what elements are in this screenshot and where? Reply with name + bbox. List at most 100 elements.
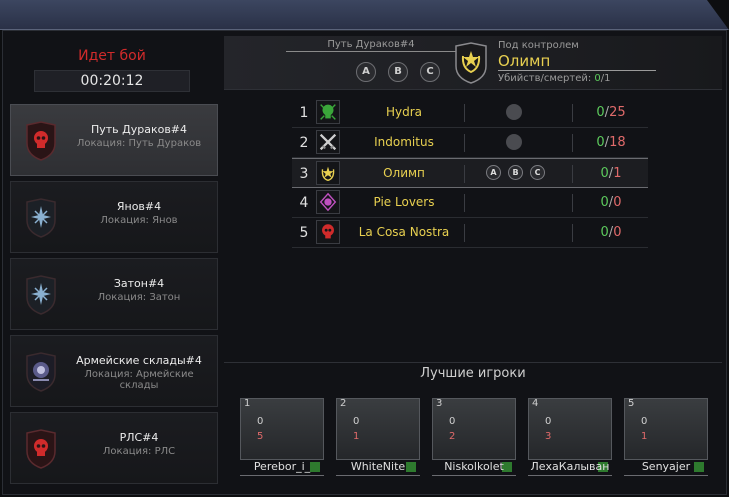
crossed-swords-icon (316, 130, 340, 154)
player-name: ЛехаКалыван (528, 460, 612, 476)
location-item-rls[interactable]: РЛС#4 Локация: РЛС (10, 412, 218, 484)
column-divider (572, 104, 573, 122)
rank: 1 (299, 105, 309, 121)
column-divider (572, 134, 573, 152)
player-kills: 0 (353, 416, 360, 427)
top-bar (0, 0, 729, 30)
battle-status: Идет бой (78, 48, 146, 64)
location-sub: Локация: Армейские склады (84, 369, 194, 391)
clan-score: 0/18 (578, 135, 644, 150)
gold-emblem-icon (455, 42, 487, 84)
route-name: Путь Дураков#4 (327, 39, 415, 50)
clan-score: 0/0 (578, 195, 644, 210)
location-sub: Локация: Янов (100, 215, 178, 226)
rank: 4 (299, 195, 309, 211)
location-item-army-warehouses[interactable]: Армейские склады#4 Локация: Армейские ск… (10, 335, 218, 407)
player-name: Niskolkolet (432, 460, 516, 476)
column-divider (464, 194, 465, 212)
clan-score: 0/1 (578, 166, 644, 181)
player-deaths: 1 (641, 431, 648, 442)
red-skull-icon (26, 429, 56, 469)
player-kills: 0 (449, 416, 456, 427)
capture-point-b: B (508, 165, 523, 180)
location-name: Путь Дураков#4 (90, 123, 188, 136)
kd-label: Убийств/смертей: (498, 73, 592, 84)
location-item-yanov[interactable]: Янов#4 Локация: Янов (10, 181, 218, 253)
location-item-put-durakov[interactable]: Путь Дураков#4 Локация: Путь Дураков (10, 104, 218, 176)
table-row[interactable]: 2 Indomitus 0/18 (292, 128, 648, 158)
player-avatar (624, 398, 708, 460)
player-rank: 5 (628, 398, 635, 409)
table-row[interactable]: 1 Hydra 0/25 (292, 98, 648, 128)
clan-deaths: 18 (609, 135, 626, 150)
location-item-zaton[interactable]: Затон#4 Локация: Затон (10, 258, 218, 330)
control-label: Под контролем (498, 40, 579, 51)
player-deaths: 2 (449, 431, 456, 442)
battle-timer: 00:20:12 (34, 70, 190, 92)
player-avatar (336, 398, 420, 460)
clan-kills: 0 (600, 225, 609, 240)
control-clan-name: Олимп (498, 52, 551, 70)
column-divider (464, 104, 465, 122)
clan-score: 0/0 (578, 225, 644, 240)
player-deaths: 5 (257, 431, 264, 442)
clan-kills: 0 (600, 166, 609, 181)
flag-icon (506, 104, 522, 120)
best-players-divider (224, 362, 722, 363)
rank: 2 (299, 135, 309, 151)
column-divider (464, 224, 465, 242)
table-row[interactable]: 3 Олимп A B C 0/1 (292, 158, 648, 188)
player-avatar (528, 398, 612, 460)
location-name: Армейские склады#4 (76, 354, 202, 367)
control-divider (498, 70, 656, 71)
player-rank: 3 (436, 398, 443, 409)
location-sub: Локация: Затон (97, 292, 181, 303)
gold-emblem-icon (316, 161, 340, 185)
best-player-card[interactable]: 2 0 1 WhiteNite (336, 398, 420, 476)
capture-point-b: B (388, 62, 408, 82)
blue-star-icon (26, 275, 56, 315)
rank: 3 (299, 166, 309, 182)
player-rank: 4 (532, 398, 539, 409)
column-divider (464, 165, 465, 183)
best-player-card[interactable]: 5 0 1 Senyajer (624, 398, 708, 476)
table-row[interactable]: 5 La Cosa Nostra 0/0 (292, 218, 648, 248)
player-avatar (432, 398, 516, 460)
player-rank: 1 (244, 398, 251, 409)
best-player-card[interactable]: 3 0 2 Niskolkolet (432, 398, 516, 476)
red-skull-icon (26, 121, 56, 161)
green-skull-icon (316, 100, 340, 124)
best-player-card[interactable]: 1 0 5 Perebor_i_ (240, 398, 324, 476)
column-divider (572, 194, 573, 212)
capture-point-c: C (530, 165, 545, 180)
table-row[interactable]: 4 Pie Lovers 0/0 (292, 188, 648, 218)
battle-header: Путь Дураков#4 A B C Под контролем Олимп… (224, 36, 722, 90)
location-name: Янов#4 (116, 200, 162, 213)
kd-deaths: 1 (604, 73, 611, 84)
kill-death-stats: Убийств/смертей: 0/1 (498, 73, 611, 84)
best-player-card[interactable]: 4 0 3 ЛехаКалыван (528, 398, 612, 476)
clan-deaths: 0 (613, 225, 622, 240)
player-kills: 0 (545, 416, 552, 427)
player-deaths: 3 (545, 431, 552, 442)
location-name: РЛС#4 (119, 431, 159, 444)
flag-icon (506, 134, 522, 150)
top-bar-notch (707, 0, 729, 30)
player-name: WhiteNite (336, 460, 420, 476)
rank: 5 (299, 225, 309, 241)
column-divider (572, 165, 573, 183)
player-name: Perebor_i_ (240, 460, 324, 476)
column-divider (464, 134, 465, 152)
player-rank: 2 (340, 398, 347, 409)
clan-score: 0/25 (578, 105, 644, 120)
capture-point-a: A (486, 165, 501, 180)
route-divider (286, 51, 456, 52)
clan-name: Олимп (383, 166, 425, 180)
locations-panel: Идет бой 00:20:12 Путь Дураков#4 Локация… (6, 36, 218, 490)
capture-point-c: C (420, 62, 440, 82)
player-kills: 0 (257, 416, 264, 427)
blue-star-icon (26, 198, 56, 238)
player-avatar (240, 398, 324, 460)
clan-name: Hydra (385, 105, 423, 119)
location-name: Затон#4 (113, 277, 165, 290)
